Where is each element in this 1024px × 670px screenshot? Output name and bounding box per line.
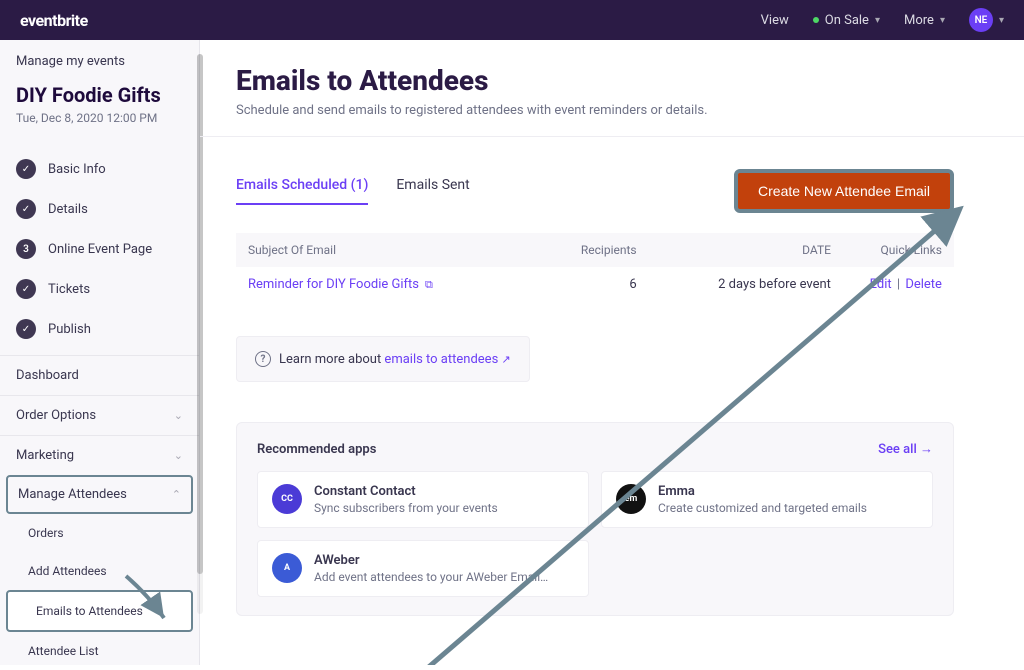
- step-publish[interactable]: ✓Publish: [0, 309, 199, 349]
- external-link-icon: ↗: [502, 353, 511, 366]
- app-desc: Sync subscribers from your events: [314, 501, 498, 515]
- event-title: DIY Foodie Gifts: [16, 83, 183, 107]
- recipients-count: 6: [512, 277, 637, 292]
- manage-my-events-link[interactable]: Manage my events: [0, 40, 199, 79]
- quick-links-cell: Edit | Delete: [831, 277, 942, 292]
- th-subject: Subject Of Email: [248, 243, 512, 257]
- nav-status[interactable]: On Sale ▾: [813, 13, 880, 28]
- step-online-event-page[interactable]: 3Online Event Page: [0, 229, 199, 269]
- app-desc: Create customized and targeted emails: [658, 501, 867, 515]
- chevron-down-icon: ▾: [875, 15, 880, 26]
- emails-table: Subject Of Email Recipients DATE Quick L…: [236, 233, 954, 302]
- check-icon: ✓: [16, 159, 36, 179]
- chevron-down-icon: ▾: [940, 15, 945, 26]
- recommended-apps-card: Recommended apps See all → CC Constant C…: [236, 422, 954, 616]
- see-all-link[interactable]: See all →: [878, 441, 933, 457]
- chevron-down-icon: ▾: [999, 15, 1004, 26]
- app-desc: Add event attendees to your AWeber Email…: [314, 570, 548, 584]
- step-number-icon: 3: [16, 239, 36, 259]
- app-icon: CC: [272, 484, 302, 514]
- app-aweber[interactable]: A AWeber Add event attendees to your AWe…: [257, 540, 589, 597]
- step-details[interactable]: ✓Details: [0, 189, 199, 229]
- page-title: Emails to Attendees: [236, 64, 954, 97]
- sidebar: Manage my events DIY Foodie Gifts Tue, D…: [0, 40, 200, 665]
- setup-steps: ✓Basic Info ✓Details 3Online Event Page …: [0, 143, 199, 355]
- table-row: Reminder for DIY Foodie Gifts ⧉ 6 2 days…: [236, 267, 954, 302]
- event-summary: DIY Foodie Gifts Tue, Dec 8, 2020 12:00 …: [0, 79, 199, 143]
- chevron-down-icon: ⌄: [174, 449, 183, 462]
- subnav-attendee-list[interactable]: Attendee List: [0, 632, 199, 670]
- nav-account[interactable]: NE ▾: [969, 8, 1004, 32]
- event-date: Tue, Dec 8, 2020 12:00 PM: [16, 111, 183, 125]
- app-emma[interactable]: em Emma Create customized and targeted e…: [601, 471, 933, 528]
- help-text: Learn more about emails to attendees ↗: [279, 352, 511, 367]
- app-name: AWeber: [314, 553, 548, 568]
- divider: [200, 136, 1024, 137]
- avatar: NE: [969, 8, 993, 32]
- logo: eventbrite: [20, 11, 88, 30]
- th-recipients: Recipients: [512, 243, 637, 257]
- status-dot-icon: [813, 17, 819, 23]
- step-tickets[interactable]: ✓Tickets: [0, 269, 199, 309]
- help-banner[interactable]: ? Learn more about emails to attendees ↗: [236, 336, 530, 382]
- subnav-add-attendees[interactable]: Add Attendees: [0, 552, 199, 590]
- nav-view[interactable]: View: [761, 13, 789, 28]
- delete-link[interactable]: Delete: [905, 277, 942, 292]
- nav-manage-attendees[interactable]: Manage Attendees⌃: [8, 477, 191, 512]
- th-date: DATE: [637, 243, 831, 257]
- nav-order-options[interactable]: Order Options⌄: [0, 395, 199, 435]
- send-date: 2 days before event: [637, 277, 831, 292]
- tab-emails-sent[interactable]: Emails Sent: [396, 177, 469, 205]
- manage-attendees-submenu: Orders Add Attendees Emails to Attendees…: [0, 514, 199, 670]
- app-constant-contact[interactable]: CC Constant Contact Sync subscribers fro…: [257, 471, 589, 528]
- copy-icon: ⧉: [425, 278, 433, 292]
- check-icon: ✓: [16, 199, 36, 219]
- app-icon: A: [272, 553, 302, 583]
- separator: |: [897, 277, 900, 292]
- app-name: Constant Contact: [314, 484, 498, 499]
- email-subject-link[interactable]: Reminder for DIY Foodie Gifts ⧉: [248, 277, 512, 292]
- nav-more[interactable]: More ▾: [904, 13, 945, 28]
- page-subtitle: Schedule and send emails to registered a…: [236, 103, 954, 118]
- th-quick-links: Quick Links: [831, 243, 942, 257]
- table-header: Subject Of Email Recipients DATE Quick L…: [236, 233, 954, 267]
- chevron-down-icon: ⌄: [174, 409, 183, 422]
- highlight-manage-attendees: Manage Attendees⌃: [6, 475, 193, 514]
- tabs: Emails Scheduled (1) Emails Sent: [236, 177, 470, 205]
- chevron-up-icon: ⌃: [172, 488, 181, 501]
- topnav-right: View On Sale ▾ More ▾ NE ▾: [761, 8, 1004, 32]
- subnav-emails-to-attendees[interactable]: Emails to Attendees: [6, 590, 193, 632]
- check-icon: ✓: [16, 279, 36, 299]
- step-basic-info[interactable]: ✓Basic Info: [0, 149, 199, 189]
- tab-emails-scheduled[interactable]: Emails Scheduled (1): [236, 177, 368, 205]
- apps-title: Recommended apps: [257, 442, 376, 457]
- top-nav: eventbrite View On Sale ▾ More ▾ NE ▾: [0, 0, 1024, 40]
- app-icon: em: [616, 484, 646, 514]
- help-icon: ?: [255, 351, 271, 367]
- create-new-attendee-email-button[interactable]: Create New Attendee Email: [734, 169, 954, 213]
- help-link[interactable]: emails to attendees: [384, 352, 498, 367]
- subnav-orders[interactable]: Orders: [0, 514, 199, 552]
- app-name: Emma: [658, 484, 867, 499]
- check-icon: ✓: [16, 319, 36, 339]
- nav-dashboard[interactable]: Dashboard: [0, 355, 199, 395]
- nav-marketing[interactable]: Marketing⌄: [0, 435, 199, 475]
- main-content: Emails to Attendees Schedule and send em…: [200, 40, 1024, 665]
- edit-link[interactable]: Edit: [870, 277, 892, 292]
